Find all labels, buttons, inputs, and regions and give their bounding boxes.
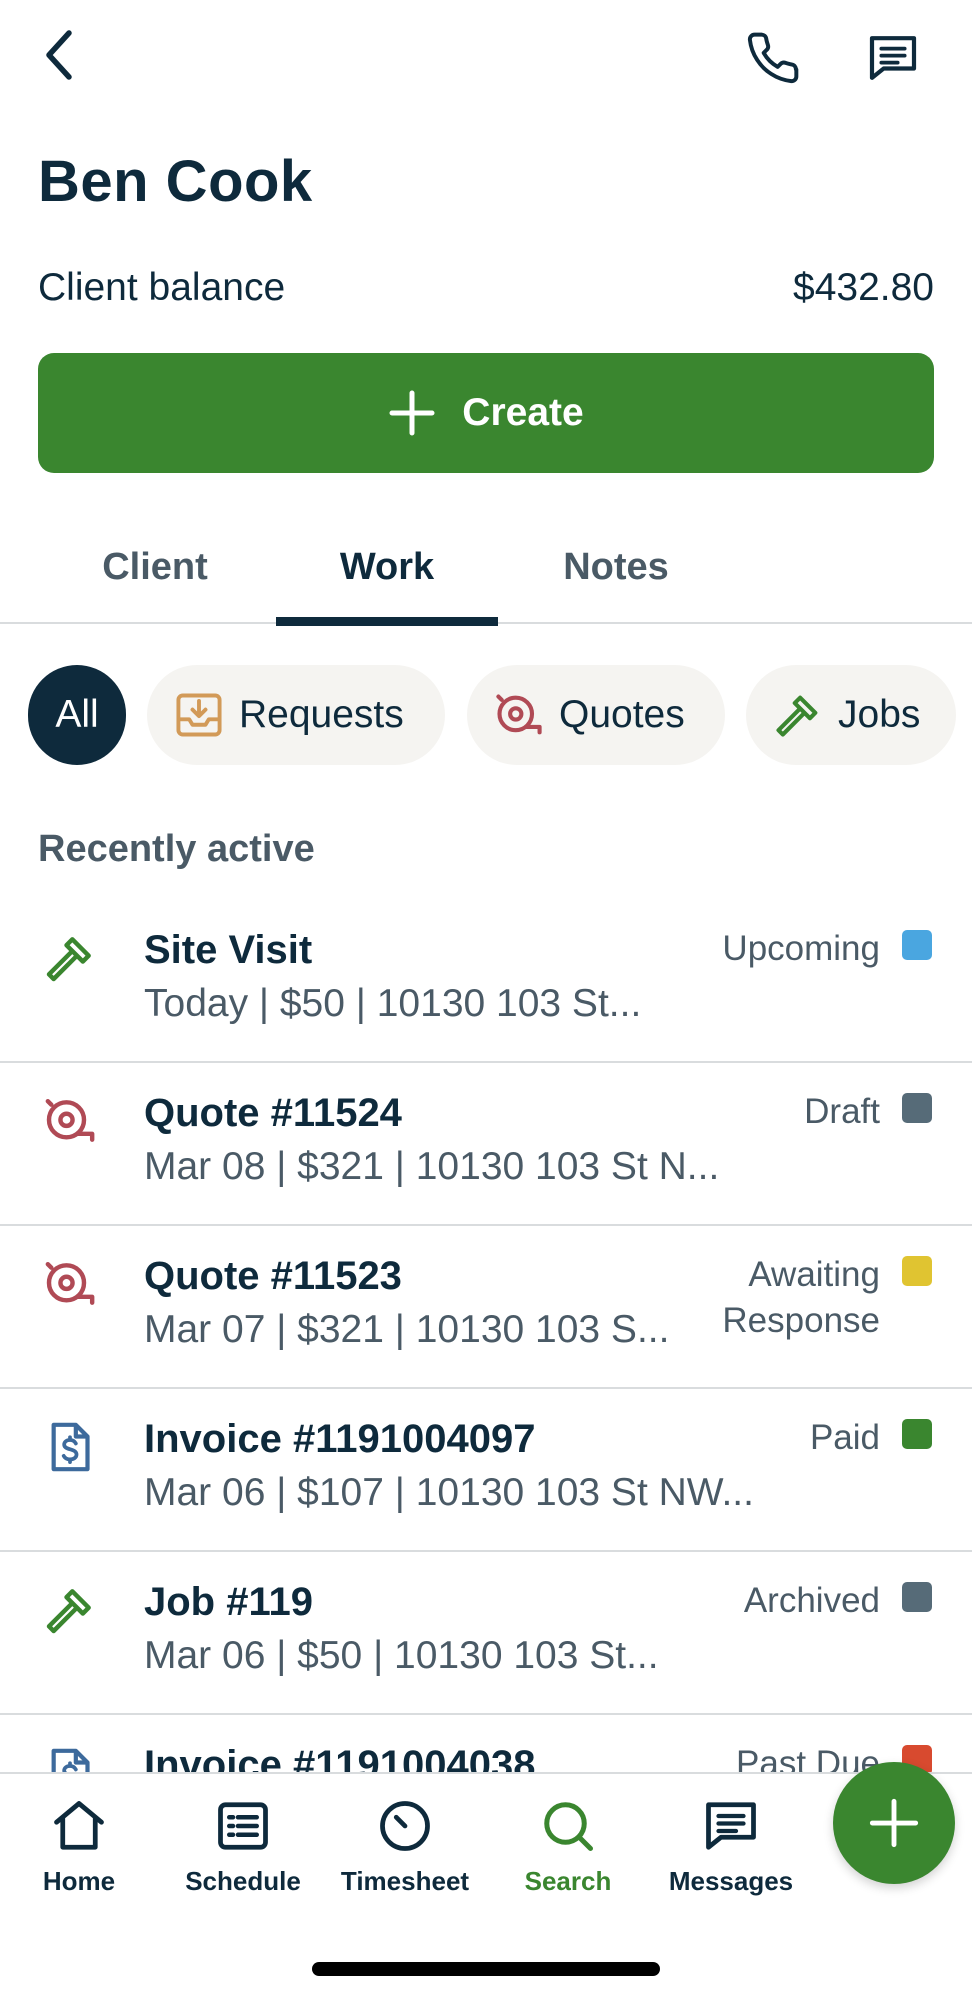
filter-requests-label: Requests bbox=[239, 693, 404, 736]
list-item-title: Quote #11524 bbox=[144, 1091, 402, 1135]
list-item[interactable]: Site Visit Today | $50 | 10130 103 St...… bbox=[0, 900, 972, 1063]
list-item-subtitle: Mar 06 | $50 | 10130 103 St... bbox=[144, 1634, 659, 1677]
tab-notes[interactable]: Notes bbox=[528, 510, 704, 624]
filter-quotes[interactable]: Quotes bbox=[467, 665, 725, 765]
list-item-subtitle: Mar 07 | $321 | 10130 103 S... bbox=[144, 1308, 670, 1351]
chevron-left-icon bbox=[46, 30, 72, 80]
status-text: Awaiting bbox=[748, 1255, 880, 1294]
nav-messages-label: Messages bbox=[668, 1866, 794, 1896]
nav-messages[interactable]: Messages bbox=[656, 1796, 806, 1897]
status-text: Paid bbox=[809, 1418, 880, 1457]
client-balance-label: Client balance bbox=[38, 266, 286, 309]
measuring-tape-icon bbox=[496, 694, 542, 735]
status-label: Upcoming bbox=[722, 926, 880, 972]
tab-client[interactable]: Client bbox=[65, 510, 245, 624]
list-item[interactable]: Invoice #1191004097 Mar 06 | $107 | 1013… bbox=[0, 1389, 972, 1552]
nav-home[interactable]: Home bbox=[4, 1796, 154, 1897]
phone-icon bbox=[747, 32, 798, 83]
plus-icon bbox=[389, 390, 435, 436]
home-indicator bbox=[312, 1962, 660, 1976]
filter-jobs[interactable]: Jobs bbox=[746, 665, 956, 765]
hammer-icon bbox=[776, 695, 818, 737]
status-label: Draft bbox=[804, 1089, 880, 1135]
search-icon bbox=[544, 1802, 593, 1851]
list-item-subtitle: Today | $50 | 10130 103 St... bbox=[144, 982, 642, 1025]
filter-all-label: All bbox=[55, 693, 99, 736]
message-button[interactable] bbox=[855, 20, 930, 95]
status-text-line2: Response bbox=[722, 1301, 880, 1340]
list-item-subtitle: Mar 06 | $107 | 10130 103 St NW... bbox=[144, 1471, 754, 1514]
message-icon bbox=[869, 35, 916, 80]
measuring-tape-icon bbox=[45, 1098, 95, 1142]
list-item[interactable]: Invoice #1191004038 Past Due bbox=[0, 1715, 972, 1772]
filter-jobs-label: Jobs bbox=[838, 693, 921, 736]
hammer-icon bbox=[46, 1589, 91, 1634]
filter-chips: All Requests Quotes Jobs bbox=[0, 665, 972, 767]
nav-timesheet-label: Timesheet bbox=[340, 1866, 470, 1896]
top-bar bbox=[0, 0, 972, 120]
tab-work[interactable]: Work bbox=[276, 510, 498, 626]
nav-schedule-label: Schedule bbox=[185, 1866, 301, 1896]
hammer-icon bbox=[46, 937, 91, 982]
list-item[interactable]: Quote #11523 Mar 07 | $321 | 10130 103 S… bbox=[0, 1226, 972, 1389]
inbox-download-icon bbox=[176, 693, 222, 737]
nav-home-label: Home bbox=[42, 1866, 116, 1896]
status-text: Draft bbox=[804, 1092, 880, 1131]
tab-work-label: Work bbox=[339, 545, 435, 588]
status-text: Archived bbox=[743, 1581, 880, 1620]
invoice-dollar-icon bbox=[51, 1422, 90, 1472]
status-label: Archived bbox=[744, 1578, 880, 1624]
status-badge bbox=[902, 930, 932, 960]
filter-all[interactable]: All bbox=[28, 665, 126, 765]
status-badge bbox=[902, 1093, 932, 1123]
tab-client-label: Client bbox=[102, 545, 208, 588]
client-name: Ben Cook bbox=[38, 149, 313, 214]
bottom-nav: Home Schedule Timesheet Search Messages bbox=[0, 1772, 972, 1990]
list-item-subtitle: Mar 08 | $321 | 10130 103 St N... bbox=[144, 1145, 720, 1188]
plus-icon bbox=[869, 1798, 919, 1848]
nav-timesheet[interactable]: Timesheet bbox=[330, 1796, 480, 1897]
list-item-title: Invoice #1191004097 bbox=[144, 1417, 536, 1461]
list-item[interactable]: Job #119 Mar 06 | $50 | 10130 103 St... … bbox=[0, 1552, 972, 1715]
status-label: Past Due bbox=[736, 1741, 880, 1772]
status-label: Paid bbox=[810, 1415, 880, 1461]
create-button-label: Create bbox=[462, 391, 584, 434]
create-button[interactable]: Create bbox=[38, 353, 934, 473]
back-button[interactable] bbox=[24, 20, 94, 90]
filter-quotes-label: Quotes bbox=[559, 693, 685, 736]
status-text: Past Due bbox=[736, 1744, 880, 1772]
status-label: Awaiting Response bbox=[722, 1252, 880, 1344]
status-badge bbox=[902, 1419, 932, 1449]
home-icon bbox=[54, 1801, 104, 1850]
message-icon bbox=[706, 1802, 756, 1850]
list-item-title: Site Visit bbox=[144, 928, 313, 972]
schedule-list-icon bbox=[218, 1802, 268, 1850]
client-balance-row: Client balance $432.80 bbox=[38, 262, 934, 314]
clock-icon bbox=[380, 1801, 430, 1851]
section-title: Recently active bbox=[38, 828, 315, 870]
status-badge bbox=[902, 1582, 932, 1612]
list-item[interactable]: Quote #11524 Mar 08 | $321 | 10130 103 S… bbox=[0, 1063, 972, 1226]
list-item-title: Quote #11523 bbox=[144, 1254, 402, 1298]
tab-bar: Client Work Notes bbox=[0, 510, 972, 626]
client-balance-value: $432.80 bbox=[793, 266, 934, 309]
status-text: Upcoming bbox=[722, 929, 880, 968]
call-button[interactable] bbox=[735, 20, 810, 95]
list-item-title: Invoice #1191004038 bbox=[144, 1743, 536, 1772]
status-badge bbox=[902, 1256, 932, 1286]
tab-notes-label: Notes bbox=[563, 545, 669, 588]
measuring-tape-icon bbox=[45, 1261, 95, 1305]
invoice-dollar-icon bbox=[51, 1748, 90, 1772]
nav-search[interactable]: Search bbox=[493, 1796, 643, 1897]
list-item-title: Job #119 bbox=[144, 1580, 314, 1624]
filter-requests[interactable]: Requests bbox=[147, 665, 445, 765]
activity-list: Site Visit Today | $50 | 10130 103 St...… bbox=[0, 900, 972, 1772]
nav-schedule[interactable]: Schedule bbox=[168, 1796, 318, 1897]
nav-search-label: Search bbox=[524, 1866, 612, 1896]
quick-create-fab[interactable] bbox=[833, 1762, 955, 1884]
